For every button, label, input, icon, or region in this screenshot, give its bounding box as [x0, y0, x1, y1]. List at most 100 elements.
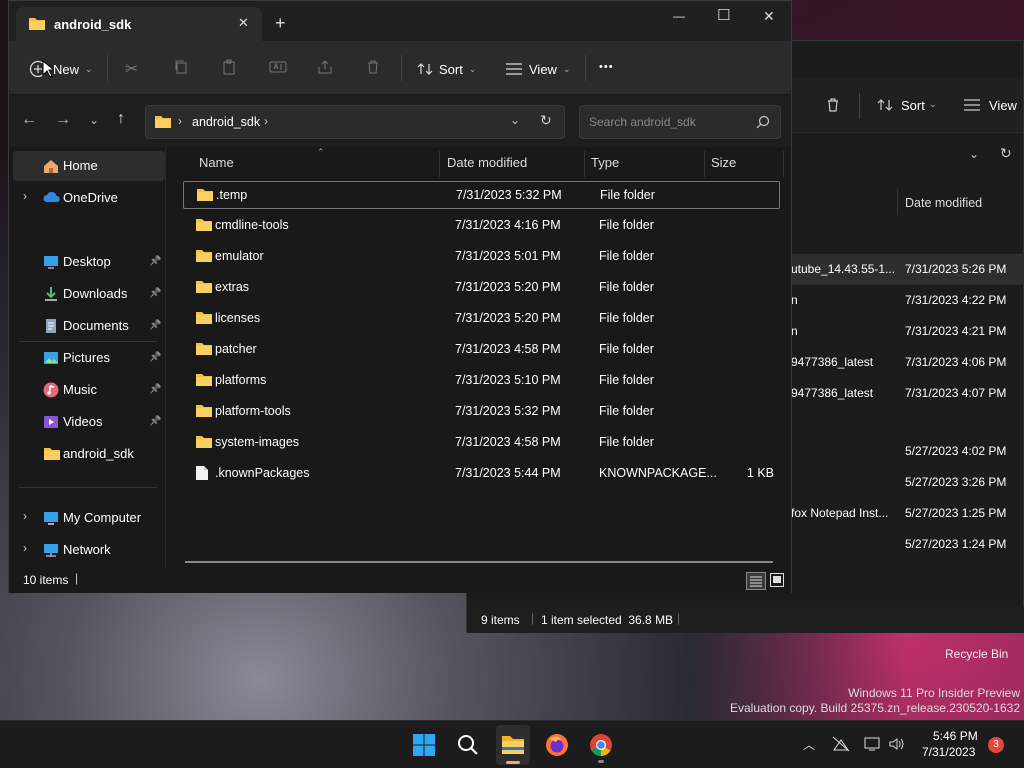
paste-icon[interactable] — [221, 59, 237, 75]
expand-chevron-icon[interactable]: › — [23, 541, 27, 555]
sidebar-item-label: My Computer — [63, 510, 142, 525]
more-options-button[interactable]: ••• — [599, 61, 614, 73]
rename-icon[interactable] — [269, 59, 287, 75]
delete-icon[interactable] — [365, 59, 381, 75]
copy-icon[interactable] — [173, 59, 189, 75]
refresh-icon[interactable]: ↻ — [1000, 145, 1012, 162]
background-file-name: n — [791, 324, 798, 338]
show-hidden-icons-chevron[interactable]: ︿ — [803, 736, 815, 753]
sidebar-item-pictures[interactable]: Pictures 📌 — [13, 343, 165, 373]
breadcrumb-chevron-icon: › — [178, 114, 182, 128]
file-explorer-window[interactable]: android_sdk ✕ + — ☐ ✕ New ⌄ ✂ Sort ⌄ Vie… — [8, 0, 792, 593]
new-tab-button[interactable]: + — [275, 13, 286, 34]
background-file-name: 9477386_latest — [791, 386, 874, 400]
sidebar-item-onedrive[interactable]: › OneDrive — [13, 183, 165, 213]
forward-arrow-icon[interactable]: → — [55, 111, 71, 129]
search-placeholder: Search android_sdk — [589, 115, 696, 129]
tab-close-icon[interactable]: ✕ — [238, 15, 249, 31]
view-button[interactable]: View ⌄ — [505, 55, 571, 83]
network-offline-icon[interactable] — [832, 736, 850, 752]
share-icon[interactable] — [317, 59, 333, 75]
file-date: 7/31/2023 4:58 PM — [455, 342, 561, 356]
close-button[interactable]: ✕ — [763, 8, 775, 25]
clock-date[interactable]: 7/31/2023 — [922, 745, 975, 759]
refresh-icon[interactable]: ↻ — [540, 112, 552, 129]
file-type: File folder — [599, 218, 654, 232]
tab-android-sdk[interactable]: android_sdk ✕ — [16, 7, 262, 41]
table-row[interactable]: emulator 7/31/2023 5:01 PM File folder — [183, 243, 780, 271]
sidebar-item-network[interactable]: › Network — [13, 535, 165, 565]
table-row[interactable]: cmdline-tools 7/31/2023 4:16 PM File folde… — [183, 212, 780, 240]
display-icon[interactable] — [864, 736, 880, 752]
firefox-icon[interactable] — [545, 733, 569, 757]
file-date: 7/31/2023 5:44 PM — [455, 466, 561, 480]
recent-chevron-icon[interactable]: ⌄ — [89, 113, 99, 127]
folder-icon — [195, 372, 213, 388]
sidebar-item-videos[interactable]: Videos 📌 — [13, 407, 165, 437]
view-icon[interactable] — [963, 98, 981, 112]
file-explorer-taskbar-icon[interactable] — [496, 725, 530, 765]
search-icon[interactable] — [456, 733, 480, 757]
sidebar-item-documents[interactable]: Documents 📌 — [13, 311, 165, 341]
up-arrow-icon[interactable]: ↑ — [117, 110, 125, 128]
background-file-date: 5/27/2023 1:24 PM — [905, 537, 1007, 551]
chevron-down-icon[interactable]: ⌄ — [510, 113, 520, 127]
sort-label: Sort — [439, 61, 463, 77]
recycle-bin-label[interactable]: Recycle Bin — [945, 647, 1008, 661]
sort-ascending-icon: ⌃ — [317, 147, 325, 157]
minimize-button[interactable]: — — [673, 9, 685, 23]
sidebar-item-android-sdk[interactable]: android_sdk — [13, 439, 165, 469]
volume-icon[interactable] — [888, 736, 904, 752]
background-view-label[interactable]: View — [989, 98, 1017, 113]
chrome-icon[interactable] — [589, 733, 613, 763]
table-row[interactable]: .knownPackages 7/31/2023 5:44 PM KNOWNPACK… — [183, 460, 780, 488]
file-name: platform-tools — [215, 404, 291, 418]
back-arrow-icon[interactable]: ← — [21, 111, 37, 129]
search-input[interactable]: Search android_sdk — [579, 105, 781, 139]
maximize-button[interactable]: ☐ — [717, 6, 730, 24]
table-row[interactable]: system-images 7/31/2023 4:58 PM File folde… — [183, 429, 780, 457]
file-date: 7/31/2023 5:32 PM — [455, 404, 561, 418]
table-row[interactable]: platforms 7/31/2023 5:10 PM File folder — [183, 367, 780, 395]
new-button[interactable]: New ⌄ — [29, 55, 93, 83]
sidebar-item-music[interactable]: Music 📌 — [13, 375, 165, 405]
expand-chevron-icon[interactable]: › — [23, 189, 27, 203]
address-field[interactable]: › android_sdk › ⌄ ↻ — [145, 105, 565, 139]
sort-icon[interactable] — [877, 97, 893, 113]
chevron-down-icon: ⌄ — [929, 99, 937, 109]
breadcrumb-chevron-icon[interactable]: › — [264, 114, 268, 128]
table-row[interactable]: platform-tools 7/31/2023 5:32 PM File fold… — [183, 398, 780, 426]
table-row[interactable]: .temp 7/31/2023 5:32 PM File folder — [183, 181, 780, 209]
sidebar-item-my-computer[interactable]: › My Computer — [13, 503, 165, 533]
title-bar: android_sdk ✕ + — ☐ ✕ — [9, 1, 791, 41]
column-header-type[interactable]: Type — [591, 155, 619, 170]
item-count: 10 items — [23, 573, 69, 587]
horizontal-scrollbar[interactable] — [185, 561, 773, 563]
folder-icon — [154, 114, 172, 129]
background-date-header[interactable]: Date modified — [905, 196, 982, 210]
sidebar-item-desktop[interactable]: Desktop 📌 — [13, 247, 165, 277]
sidebar-item-label: Downloads — [63, 286, 128, 301]
pin-icon: 📌 — [149, 288, 162, 299]
notification-badge[interactable]: 3 — [988, 737, 1004, 753]
breadcrumb-path[interactable]: android_sdk — [192, 115, 260, 129]
column-header-name[interactable]: Name — [199, 155, 234, 170]
sidebar-item-home[interactable]: Home — [13, 151, 165, 181]
column-header-date[interactable]: Date modified — [447, 155, 527, 170]
file-icon — [195, 465, 213, 481]
table-row[interactable]: extras 7/31/2023 5:20 PM File folder — [183, 274, 780, 302]
details-view-icon[interactable] — [746, 572, 766, 590]
sidebar-item-downloads[interactable]: Downloads 📌 — [13, 279, 165, 309]
expand-chevron-icon[interactable]: › — [23, 509, 27, 523]
windows-start-icon[interactable] — [412, 733, 436, 757]
background-sort-label[interactable]: Sort — [901, 98, 925, 113]
sort-button[interactable]: Sort ⌄ — [417, 55, 476, 83]
table-row[interactable]: patcher 7/31/2023 4:58 PM File folder — [183, 336, 780, 364]
table-row[interactable]: licenses 7/31/2023 5:20 PM File folder — [183, 305, 780, 333]
column-header-size[interactable]: Size — [711, 155, 736, 170]
tiles-view-icon[interactable] — [769, 572, 785, 588]
delete-icon[interactable] — [825, 97, 841, 113]
cut-icon[interactable]: ✂ — [125, 59, 138, 79]
chevron-down-icon[interactable]: ⌄ — [969, 147, 979, 161]
clock-time[interactable]: 5:46 PM — [933, 729, 978, 743]
